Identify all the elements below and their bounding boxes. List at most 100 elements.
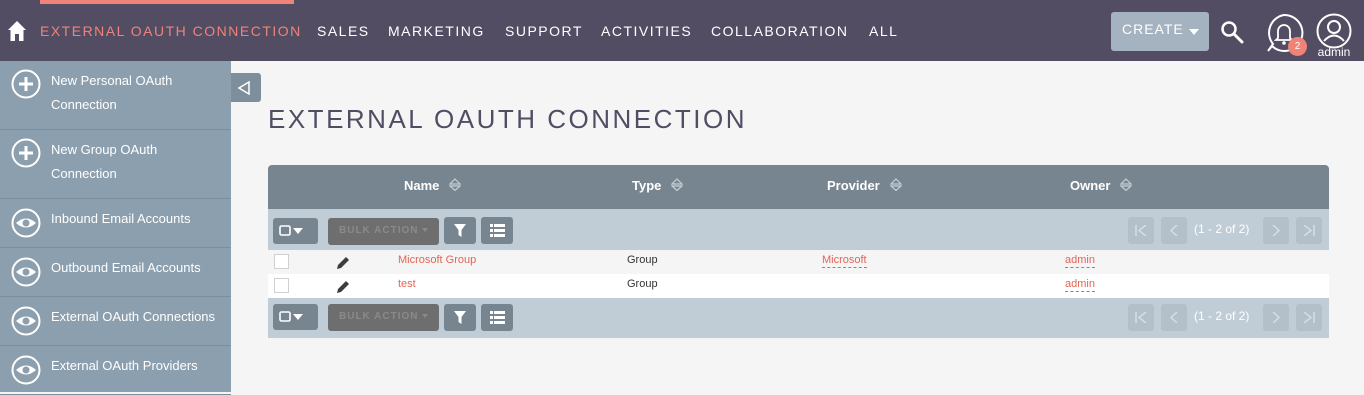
checkbox-dropdown-icon xyxy=(279,311,303,322)
filter-icon xyxy=(454,224,466,237)
sidebar-item-label: External OAuth Connections xyxy=(51,309,216,324)
sidebar-item-label: External OAuth Providers xyxy=(51,358,198,373)
column-header-provider[interactable]: Provider xyxy=(827,178,902,193)
row-checkbox[interactable] xyxy=(274,278,289,293)
sort-icon xyxy=(889,178,902,191)
sidebar-collapse-button[interactable] xyxy=(231,73,261,102)
action-bar-top: BULK ACTION (1 - 2 of 2) xyxy=(268,209,1329,250)
checkbox-dropdown-icon xyxy=(279,225,303,236)
bulk-action-label: BULK ACTION xyxy=(339,225,419,236)
cell-owner-link[interactable]: admin xyxy=(1065,254,1095,268)
chevron-left-icon xyxy=(1170,312,1178,323)
nav-external-oauth-connection[interactable]: EXTERNAL OAUTH CONNECTION xyxy=(40,22,302,40)
sort-icon xyxy=(449,178,462,191)
row-checkbox[interactable] xyxy=(274,254,289,269)
nav-activities[interactable]: ACTIVITIES xyxy=(601,22,692,40)
chevron-right-icon xyxy=(1272,225,1280,236)
cell-name-link[interactable]: Microsoft Group xyxy=(398,254,476,266)
nav-marketing[interactable]: MARKETING xyxy=(388,22,485,40)
bulk-action-button[interactable]: BULK ACTION xyxy=(328,304,439,331)
plus-circle-icon xyxy=(11,138,41,168)
home-icon[interactable] xyxy=(7,20,27,42)
nav-support[interactable]: SUPPORT xyxy=(505,22,583,40)
sidebar-item-outbound-email-accounts[interactable]: Outbound Email Accounts xyxy=(0,248,231,297)
filter-button[interactable] xyxy=(444,217,476,244)
nav-all[interactable]: ALL xyxy=(869,22,898,40)
create-button[interactable]: CREATE xyxy=(1111,12,1209,51)
first-page-icon xyxy=(1135,312,1147,323)
last-page-button[interactable] xyxy=(1296,217,1322,244)
edit-pencil-icon[interactable] xyxy=(335,255,351,271)
caret-down-icon xyxy=(421,228,428,232)
next-page-button[interactable] xyxy=(1263,304,1289,331)
eye-icon xyxy=(11,355,41,385)
sidebar-item-label: New Group OAuth Connection xyxy=(51,142,158,181)
first-page-button[interactable] xyxy=(1128,304,1154,331)
cell-owner-link[interactable]: admin xyxy=(1065,278,1095,292)
list-view-table: Name Type Provider Owner BULK ACTION (1 … xyxy=(268,165,1329,338)
sort-icon xyxy=(671,178,684,191)
top-navigation-bar: EXTERNAL OAUTH CONNECTION SALES MARKETIN… xyxy=(0,0,1364,61)
table-row: Microsoft Group Group Microsoft admin xyxy=(268,250,1329,274)
filter-button[interactable] xyxy=(444,304,476,331)
column-header-owner[interactable]: Owner xyxy=(1070,178,1133,193)
last-page-icon xyxy=(1303,225,1315,236)
column-header-label: Name xyxy=(404,178,440,193)
sidebar-item-external-oauth-connections[interactable]: External OAuth Connections xyxy=(0,297,231,346)
previous-page-button[interactable] xyxy=(1161,217,1187,244)
edit-pencil-icon[interactable] xyxy=(335,279,351,295)
column-chooser-button[interactable] xyxy=(481,217,513,244)
sidebar-item-label: Inbound Email Accounts xyxy=(51,211,191,226)
sidebar-item-external-oauth-providers[interactable]: External OAuth Providers xyxy=(0,346,231,395)
notification-count-badge: 2 xyxy=(1288,37,1307,56)
sort-icon xyxy=(1120,178,1133,191)
table-row: test Group admin xyxy=(268,274,1329,298)
column-header-label: Type xyxy=(632,178,662,193)
page-title: EXTERNAL OAUTH CONNECTION xyxy=(268,104,748,134)
filter-icon xyxy=(454,311,466,324)
select-all-dropdown[interactable] xyxy=(273,304,318,330)
sidebar-item-new-group-oauth-connection[interactable]: New Group OAuth Connection xyxy=(0,130,231,199)
sidebar-item-inbound-email-accounts[interactable]: Inbound Email Accounts xyxy=(0,199,231,248)
list-icon xyxy=(490,311,505,324)
triangle-left-icon xyxy=(237,81,250,95)
previous-page-button[interactable] xyxy=(1161,304,1187,331)
column-header-label: Provider xyxy=(827,178,880,193)
table-header: Name Type Provider Owner xyxy=(268,165,1329,209)
create-button-label: CREATE xyxy=(1122,21,1184,37)
sidebar-item-label: New Personal OAuth Connection xyxy=(51,73,173,112)
column-header-name[interactable]: Name xyxy=(404,178,462,193)
last-page-button[interactable] xyxy=(1296,304,1322,331)
column-header-type[interactable]: Type xyxy=(632,178,684,193)
next-page-button[interactable] xyxy=(1263,217,1289,244)
list-icon xyxy=(490,224,505,237)
first-page-button[interactable] xyxy=(1128,217,1154,244)
pagination-info: (1 - 2 of 2) xyxy=(1194,309,1250,323)
first-page-icon xyxy=(1135,225,1147,236)
column-chooser-button[interactable] xyxy=(481,304,513,331)
sidebar-item-new-personal-oauth-connection[interactable]: New Personal OAuth Connection xyxy=(0,61,231,130)
user-avatar-icon[interactable] xyxy=(1316,13,1352,49)
pagination-info: (1 - 2 of 2) xyxy=(1194,222,1250,236)
sidebar: New Personal OAuth Connection New Group … xyxy=(0,61,231,395)
nav-sales[interactable]: SALES xyxy=(317,22,370,40)
action-bar-bottom: BULK ACTION (1 - 2 of 2) xyxy=(268,298,1329,338)
cell-type: Group xyxy=(627,254,658,266)
active-nav-indicator xyxy=(40,0,294,4)
chevron-right-icon xyxy=(1272,312,1280,323)
search-icon[interactable] xyxy=(1220,20,1244,44)
nav-collaboration[interactable]: COLLABORATION xyxy=(711,22,849,40)
chevron-left-icon xyxy=(1170,225,1178,236)
eye-icon xyxy=(11,306,41,336)
caret-down-icon xyxy=(1189,29,1199,35)
caret-down-icon xyxy=(421,314,428,318)
select-all-dropdown[interactable] xyxy=(273,218,318,244)
plus-circle-icon xyxy=(11,69,41,99)
bulk-action-button[interactable]: BULK ACTION xyxy=(328,218,439,245)
cell-provider-link[interactable]: Microsoft xyxy=(822,254,867,268)
column-header-label: Owner xyxy=(1070,178,1111,193)
last-page-icon xyxy=(1303,312,1315,323)
user-name-label: admin xyxy=(1317,45,1351,59)
cell-name-link[interactable]: test xyxy=(398,278,416,290)
bulk-action-label: BULK ACTION xyxy=(339,311,419,322)
